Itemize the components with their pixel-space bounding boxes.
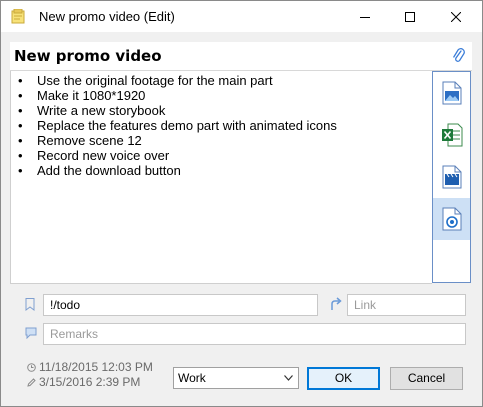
maximize-icon <box>405 11 415 22</box>
link-field[interactable]: Link <box>347 294 466 316</box>
category-dropdown[interactable]: Work <box>173 367 299 389</box>
remarks-field[interactable]: Remarks <box>43 323 466 345</box>
tags-field[interactable]: !/todo <box>43 294 318 316</box>
created-date-text: 11/18/2015 12:03 PM <box>39 360 153 374</box>
category-value: Work <box>178 371 206 385</box>
attachment-image[interactable] <box>433 72 470 114</box>
list-item: Add the download button <box>17 163 337 178</box>
attachment-audio[interactable] <box>433 198 470 240</box>
note-body-editor[interactable]: Use the original footage for the main pa… <box>10 71 432 284</box>
video-file-icon <box>442 165 461 189</box>
bullet-list: Use the original footage for the main pa… <box>17 73 337 178</box>
list-item: Record new voice over <box>17 148 337 163</box>
list-item: Remove scene 12 <box>17 133 337 148</box>
list-item: Write a new storybook <box>17 103 337 118</box>
minimize-icon <box>360 16 370 18</box>
bookmark-icon <box>25 298 35 311</box>
maximize-button[interactable] <box>387 1 433 32</box>
chevron-down-icon <box>284 375 293 381</box>
list-item: Use the original footage for the main pa… <box>17 73 337 88</box>
close-button[interactable] <box>433 1 479 32</box>
attachment-video[interactable] <box>433 156 470 198</box>
ok-button[interactable]: OK <box>307 367 380 390</box>
modified-date: 3/15/2016 2:39 PM <box>27 375 140 389</box>
pencil-icon <box>27 377 36 387</box>
note-header: New promo video <box>10 42 472 71</box>
link-arrow-icon <box>331 297 342 310</box>
note-app-icon <box>11 9 25 24</box>
note-title[interactable]: New promo video <box>14 47 162 65</box>
created-date: 11/18/2015 12:03 PM <box>27 360 153 374</box>
excel-file-icon <box>441 123 462 147</box>
cancel-button[interactable]: Cancel <box>390 367 463 390</box>
minimize-button[interactable] <box>342 1 388 32</box>
attachments-sidebar <box>432 71 471 283</box>
comment-icon <box>25 327 37 339</box>
title-bar[interactable]: New promo video (Edit) <box>1 1 482 32</box>
paperclip-icon[interactable] <box>452 47 466 65</box>
edit-dialog: New promo video (Edit) New promo video U… <box>0 0 483 407</box>
list-item: Replace the features demo part with anim… <box>17 118 337 133</box>
clock-icon <box>27 362 36 372</box>
image-file-icon <box>442 81 461 105</box>
list-item: Make it 1080*1920 <box>17 88 337 103</box>
audio-file-icon <box>442 207 461 231</box>
modified-date-text: 3/15/2016 2:39 PM <box>39 375 141 389</box>
attachment-excel[interactable] <box>433 114 470 156</box>
window-title: New promo video (Edit) <box>39 9 175 24</box>
close-icon <box>451 11 461 22</box>
